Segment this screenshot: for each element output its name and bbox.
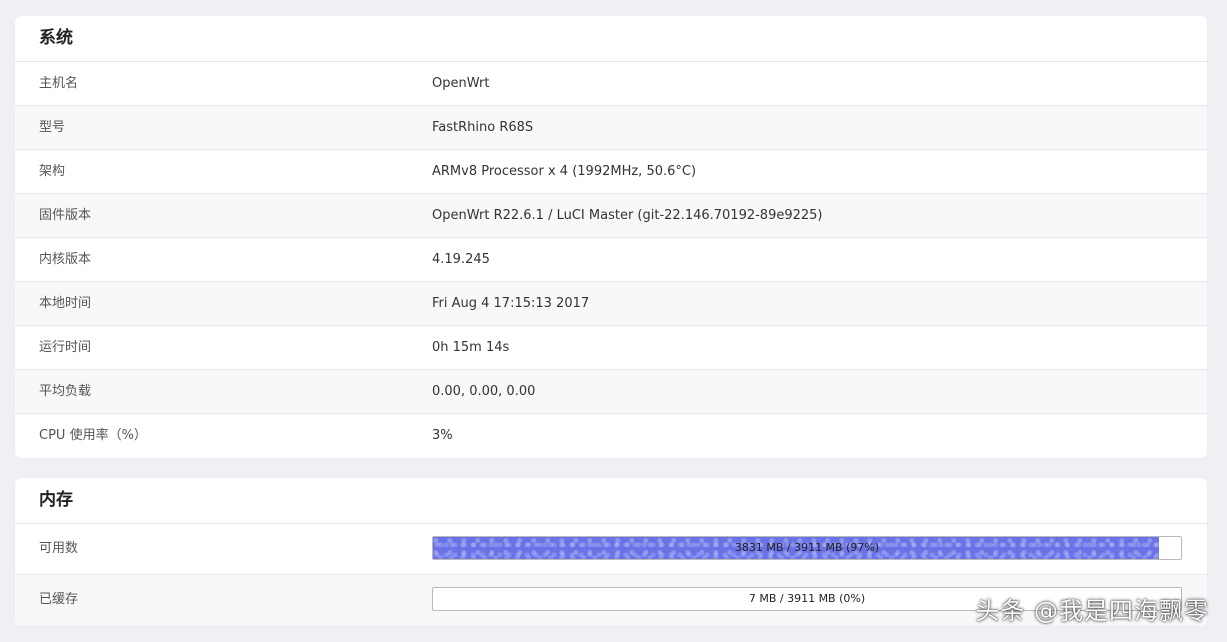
info-row-kernel: 内核版本 4.19.245 bbox=[15, 238, 1207, 282]
info-row-architecture: 架构 ARMv8 Processor x 4 (1992MHz, 50.6°C) bbox=[15, 150, 1207, 194]
info-row-load-average: 平均负载 0.00, 0.00, 0.00 bbox=[15, 370, 1207, 414]
row-value: 0.00, 0.00, 0.00 bbox=[432, 384, 536, 399]
row-label: 主机名 bbox=[39, 76, 79, 91]
info-row-cpu-usage: CPU 使用率（%） 3% bbox=[15, 414, 1207, 458]
info-row-hostname: 主机名 OpenWrt bbox=[15, 62, 1207, 106]
memory-row-available: 可用数 3831 MB / 3911 MB (97%) bbox=[15, 524, 1207, 575]
row-value: 4.19.245 bbox=[432, 252, 490, 267]
info-row-local-time: 本地时间 Fri Aug 4 17:15:13 2017 bbox=[15, 282, 1207, 326]
row-value: ARMv8 Processor x 4 (1992MHz, 50.6°C) bbox=[432, 164, 697, 179]
system-title: 系统 bbox=[15, 16, 1207, 62]
row-label: 架构 bbox=[39, 164, 66, 179]
row-value: 0h 15m 14s bbox=[432, 340, 510, 355]
row-label: 平均负载 bbox=[39, 384, 92, 399]
progress-text: 3831 MB / 3911 MB (97%) bbox=[734, 541, 880, 554]
row-label: 内核版本 bbox=[39, 252, 92, 267]
info-row-model: 型号 FastRhino R68S bbox=[15, 106, 1207, 150]
row-value: 3% bbox=[432, 428, 453, 443]
available-progress-bar: 3831 MB / 3911 MB (97%) bbox=[432, 536, 1182, 560]
row-label: 可用数 bbox=[39, 541, 79, 556]
row-label: CPU 使用率（%） bbox=[39, 428, 147, 443]
watermark-text: 头条 @我是四海飘零 bbox=[975, 597, 1209, 625]
row-label: 本地时间 bbox=[39, 296, 92, 311]
info-row-firmware: 固件版本 OpenWrt R22.6.1 / LuCI Master (git-… bbox=[15, 194, 1207, 238]
row-value: OpenWrt R22.6.1 / LuCI Master (git-22.14… bbox=[432, 208, 823, 223]
info-row-uptime: 运行时间 0h 15m 14s bbox=[15, 326, 1207, 370]
memory-title: 内存 bbox=[15, 478, 1207, 524]
row-label: 运行时间 bbox=[39, 340, 92, 355]
row-label: 型号 bbox=[39, 120, 66, 135]
row-label: 固件版本 bbox=[39, 208, 92, 223]
row-label: 已缓存 bbox=[39, 592, 79, 607]
row-value: Fri Aug 4 17:15:13 2017 bbox=[432, 296, 590, 311]
row-value: FastRhino R68S bbox=[432, 120, 534, 135]
row-value: OpenWrt bbox=[432, 76, 490, 91]
system-card: 系统 主机名 OpenWrt 型号 FastRhino R68S 架构 ARMv… bbox=[15, 16, 1207, 458]
